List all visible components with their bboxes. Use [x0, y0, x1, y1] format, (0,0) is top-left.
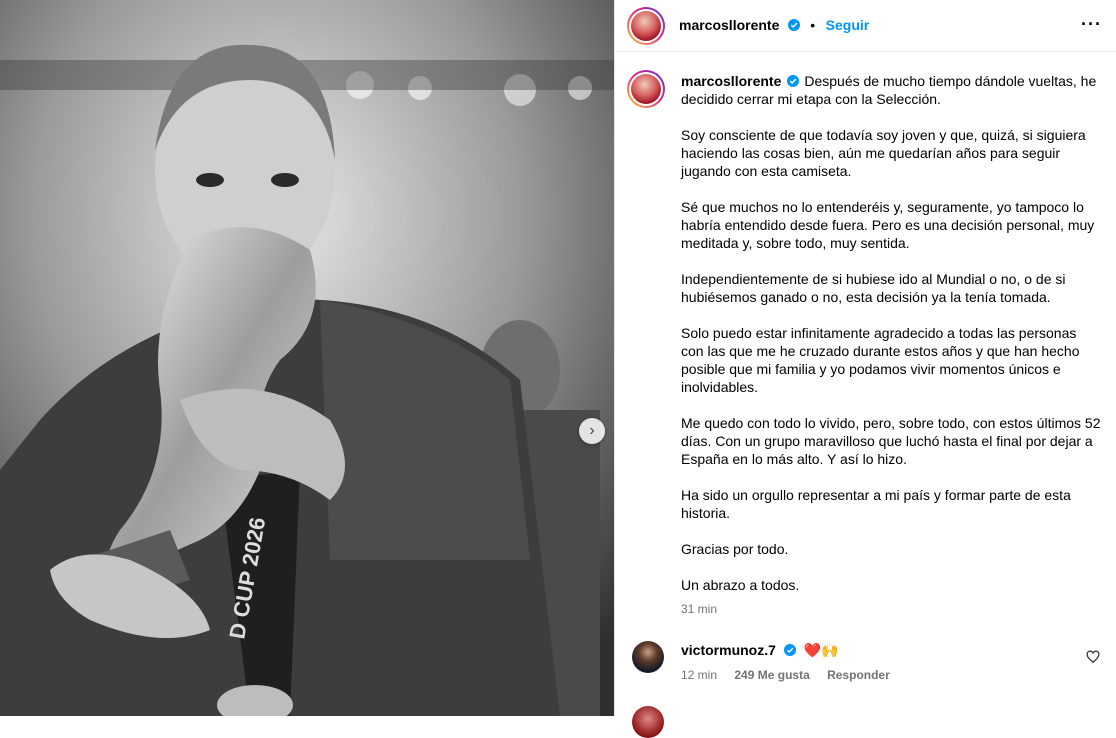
caption-paragraph: Solo puedo estar infinitamente agradecid… — [681, 325, 1080, 395]
verified-badge-icon — [783, 644, 796, 656]
caption-paragraph: Gracias por todo. — [681, 541, 789, 557]
more-horizontal-icon[interactable]: ··· — [1081, 14, 1102, 35]
heart-icon[interactable] — [1086, 650, 1100, 664]
caption-avatar[interactable] — [627, 70, 665, 108]
comment-item: victormunoz.7 ❤️🙌 12 min 249 Me gusta Re… — [615, 632, 1116, 692]
caption-timestamp[interactable]: 31 min — [681, 602, 717, 616]
next-photo-button[interactable]: › — [579, 418, 605, 444]
separator-dot: • — [810, 17, 816, 33]
caption-first-paragraph: marcosllorente Después de mucho tiempo dá… — [681, 72, 1101, 108]
caption-paragraph: Ha sido un orgullo representar a mi país… — [681, 487, 1071, 521]
caption-paragraph: Independientemente de si hubiese ido al … — [681, 271, 1066, 305]
author-avatar[interactable] — [627, 7, 665, 45]
photo-illustration: D CUP 2026 — [0, 0, 614, 716]
post-photo[interactable]: D CUP 2026 › — [0, 0, 614, 716]
comment-time[interactable]: 12 min — [681, 668, 717, 682]
caption-paragraph: Soy consciente de que todavía soy joven … — [681, 127, 1086, 179]
caption-paragraph: Sé que muchos no lo entenderéis y, segur… — [681, 199, 1095, 251]
comment-username[interactable]: victormunoz.7 — [681, 642, 776, 658]
comment-text: ❤️🙌 — [803, 642, 839, 658]
comment-meta: 12 min 249 Me gusta Responder — [681, 668, 904, 682]
next-commenter-avatar[interactable] — [632, 706, 664, 738]
verified-badge-icon — [787, 75, 800, 87]
chevron-right-icon: › — [589, 422, 595, 439]
comment-line: victormunoz.7 ❤️🙌 — [681, 642, 839, 659]
post-details-panel: marcosllorente • Seguir ··· marcoslloren… — [615, 0, 1116, 738]
caption-paragraph: Me quedo con todo lo vivido, pero, sobre… — [681, 415, 1101, 467]
post-header: marcosllorente • Seguir ··· — [615, 0, 1116, 52]
post-caption: marcosllorente Después de mucho tiempo dá… — [681, 72, 1101, 612]
comment-likes[interactable]: 249 Me gusta — [734, 668, 809, 682]
caption-username[interactable]: marcosllorente — [681, 73, 781, 89]
commenter-avatar[interactable] — [632, 641, 664, 673]
verified-badge-icon — [787, 19, 800, 31]
author-username[interactable]: marcosllorente — [679, 17, 779, 33]
reply-button[interactable]: Responder — [827, 668, 890, 682]
caption-paragraph: Un abrazo a todos. — [681, 577, 800, 593]
follow-button[interactable]: Seguir — [826, 17, 870, 33]
